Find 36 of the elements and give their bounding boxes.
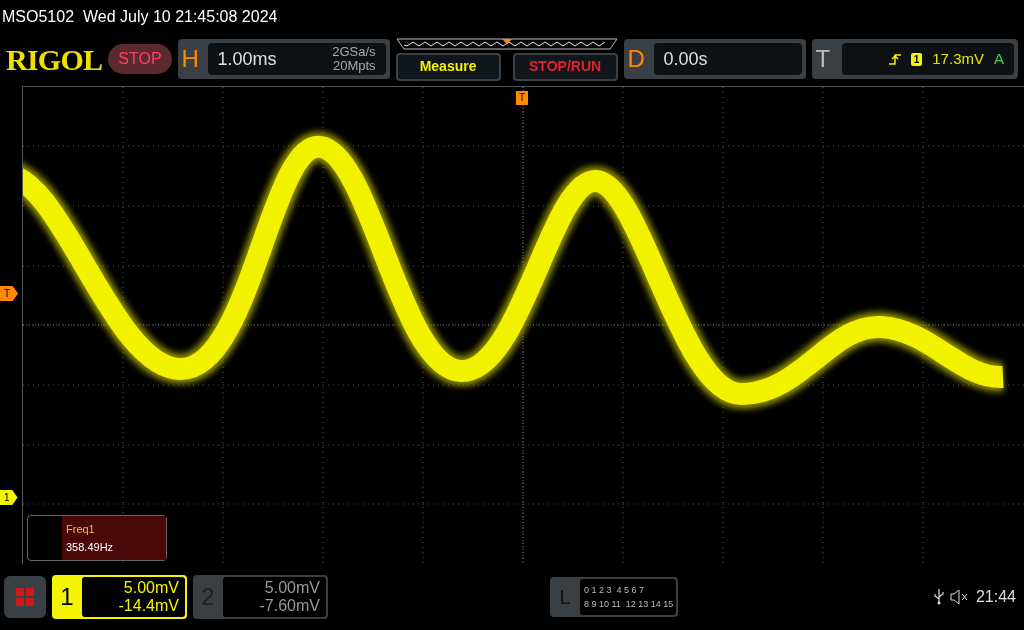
delay-label: D	[627, 44, 646, 74]
channel-button[interactable]: 1 5.00mV -14.4mV	[52, 575, 187, 619]
sample-rate: 2GSa/s	[332, 45, 376, 59]
delay-panel[interactable]: D 0.00s	[623, 39, 806, 79]
softkey-button[interactable]: Measure	[395, 52, 501, 81]
menu-button[interactable]	[4, 576, 46, 618]
trigger-label: T	[815, 44, 832, 74]
horizontal-label: H	[181, 44, 200, 74]
channel-offset-marker: 1	[0, 490, 18, 505]
logic-channels: 8 9 10 11 12 13 14 15	[583, 598, 675, 611]
measurement-name: Freq1	[66, 521, 96, 537]
speaker-muted-icon	[949, 589, 970, 605]
trigger-level-marker: T	[0, 286, 19, 301]
grid-icon	[15, 587, 35, 607]
horizontal-panel[interactable]: H 1.00ms 2GSa/s 20Mpts	[177, 39, 390, 79]
logo: RIGOL	[6, 41, 103, 78]
trigger-mode: A	[994, 48, 1004, 69]
trigger-position-marker: T	[516, 91, 529, 105]
timebase-value: 1.00ms	[217, 47, 277, 71]
trigger-level: 17.3mV	[932, 48, 984, 69]
channel-offset: -14.4mV	[118, 597, 179, 615]
channel-scale: 5.00mV	[123, 579, 179, 597]
trigger-source: 1	[910, 52, 923, 66]
window-title: MSO5102 Wed July 10 21:45:08 2024	[2, 7, 278, 27]
memory-depth: 20Mpts	[332, 59, 376, 73]
rising-edge-icon	[888, 53, 901, 65]
channel-scale: 5.00mV	[264, 579, 320, 597]
usb-icon	[933, 589, 944, 605]
channel-offset: -7.60mV	[259, 597, 320, 615]
measurement-value: 358.49Hz	[66, 540, 115, 555]
logic-channels: 0 1 2 3 4 5 6 7	[583, 584, 645, 597]
softkey-button[interactable]: STOP/RUN	[512, 52, 618, 81]
run-state-indicator: STOP	[108, 44, 172, 74]
delay-value: 0.00s	[663, 47, 708, 71]
clock-time: 21:44	[975, 587, 1016, 607]
trigger-panel[interactable]: T 1 17.3mV A	[811, 39, 1018, 79]
